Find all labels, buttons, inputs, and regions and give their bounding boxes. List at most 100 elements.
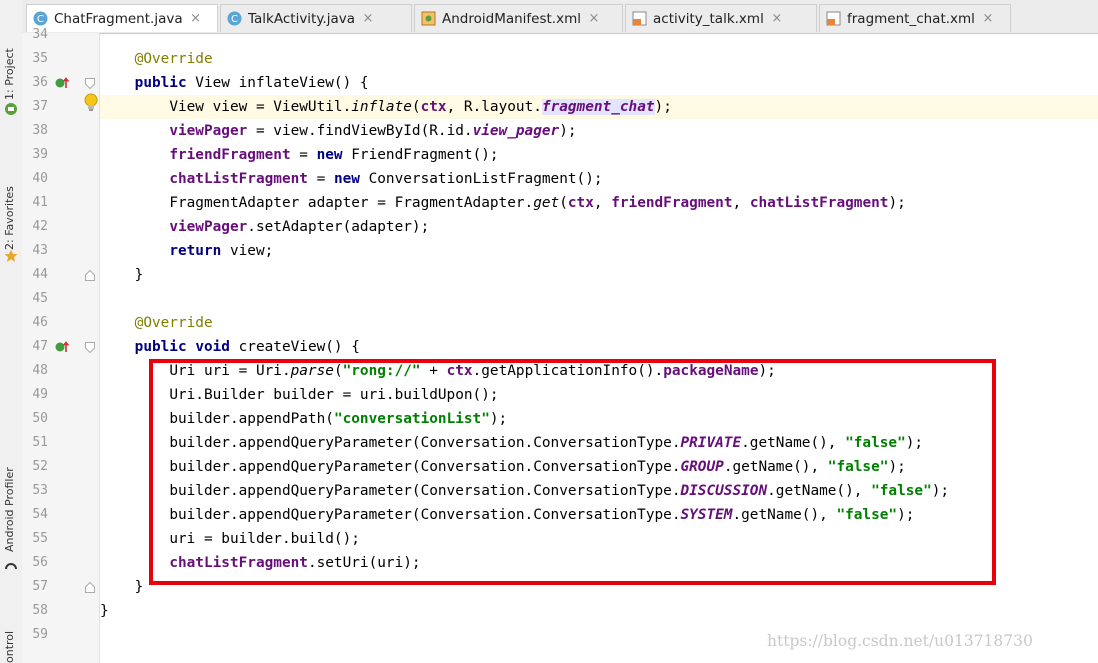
line-number: 54 [32,507,48,522]
tab-label: activity_talk.xml [653,10,764,27]
tab-chatfragment-java[interactable]: C ChatFragment.java × [26,4,218,32]
code-text: ConversationListFragment(); [359,171,603,187]
line-number: 53 [32,483,48,498]
line-number: 39 [32,147,48,162]
line-number: 45 [32,291,48,306]
line-number: 44 [32,267,48,282]
code-text: = [290,147,317,163]
close-icon[interactable]: × [587,11,601,26]
keyword: new [316,147,343,163]
layout-xml-icon [632,11,647,26]
fold-end-icon[interactable] [85,582,95,593]
code-line-42: viewPager.setAdapter(adapter); [100,215,1098,239]
tab-fragment-chat-xml[interactable]: fragment_chat.xml × [819,4,1011,32]
line-number: 55 [32,531,48,546]
code-text: ( [559,195,568,211]
line-number: 35 [32,51,48,66]
keyword: public [134,75,187,91]
line-number: 40 [32,171,48,186]
tab-label: TalkActivity.java [248,10,355,27]
id-ref: view_pager [472,123,560,139]
code-line-36: public View inflateView() { [100,71,1098,95]
close-icon[interactable]: × [981,11,995,26]
code-text: = view.findViewById(R.id. [247,123,473,139]
line-number: 46 [32,315,48,330]
tab-androidmanifest-xml[interactable]: AndroidManifest.xml × [414,4,623,32]
close-icon[interactable]: × [361,11,375,26]
override-marker-icon[interactable] [55,340,71,354]
lightbulb-icon[interactable] [83,93,99,113]
line-number: 43 [32,243,48,258]
line-number: 41 [32,195,48,210]
static-method: inflate [351,99,412,115]
star-icon[interactable] [4,249,18,263]
code-text: View inflateView() { [186,75,369,91]
line-number: 51 [32,435,48,450]
static-method: get [533,195,560,211]
code-text: ); [888,195,906,211]
code-text: } [100,603,109,619]
line-number: 57 [32,579,48,594]
code-line-47: public void createView() { [100,335,1098,359]
code-text: ); [654,99,672,115]
keyword: void [195,339,230,355]
project-tool-tab[interactable]: 1: Project [3,30,16,100]
field-ref: viewPager [169,219,248,235]
line-number: 52 [32,459,48,474]
code-text: } [134,579,144,595]
android-project-icon[interactable] [4,102,18,116]
editor-tab-bar: C ChatFragment.java × C TalkActivity.jav… [22,0,1098,34]
layout-ref: fragment_chat [541,99,655,115]
line-number: 34 [32,27,48,42]
code-text: ( [411,99,421,115]
line-number-gutter[interactable]: 34 35 36 37 38 39 40 41 42 43 44 45 46 4… [22,27,100,663]
close-icon[interactable]: × [189,11,203,26]
tab-label: fragment_chat.xml [847,10,975,27]
svg-text:C: C [231,14,238,25]
line-number: 58 [32,603,48,618]
code-text: view; [221,243,274,259]
code-line-44: } [100,263,1098,287]
favorites-tool-tab[interactable]: 2: Favorites [3,160,16,250]
tab-talkactivity-java[interactable]: C TalkActivity.java × [220,4,412,32]
field-ref: chatListFragment [169,171,308,187]
line-number: 36 [32,75,48,90]
code-text: , [732,195,750,211]
profiler-gauge-icon[interactable] [4,558,18,572]
annotation: @Override [134,51,213,67]
annotation: @Override [134,315,213,331]
code-line-38: viewPager = view.findViewById(R.id.view_… [100,119,1098,143]
field-ref: chatListFragment [749,195,889,211]
line-number: 49 [32,387,48,402]
line-number: 37 [32,99,48,114]
code-line-39: friendFragment = new FriendFragment(); [100,143,1098,167]
close-icon[interactable]: × [770,11,784,26]
fold-end-icon[interactable] [85,270,95,281]
code-text: = [307,171,334,187]
left-tool-stripe: 1: Project 2: Favorites Android Profiler… [0,0,23,663]
tab-label: AndroidManifest.xml [442,10,581,27]
field-ref: ctx [420,99,447,115]
android-profiler-tool-tab[interactable]: Android Profiler [3,440,16,552]
keyword: public [134,339,187,355]
code-line-40: chatListFragment = new ConversationListF… [100,167,1098,191]
code-line-37-current: View view = ViewUtil.inflate(ctx, R.layo… [100,95,1098,119]
watermark: https://blog.csdn.net/u013718730 [767,632,1033,650]
line-number: 56 [32,555,48,570]
line-number: 59 [32,627,48,642]
tab-activity-talk-xml[interactable]: activity_talk.xml × [625,4,817,32]
line-number: 47 [32,339,48,354]
class-icon: C [227,11,242,26]
tab-label: ChatFragment.java [54,10,183,27]
fold-toggle-icon[interactable] [85,78,95,89]
override-marker-icon[interactable] [55,76,71,90]
code-text: FriendFragment(); [342,147,499,163]
code-line-43: return view; [100,239,1098,263]
field-ref: friendFragment [169,147,291,163]
fold-toggle-icon[interactable] [85,342,95,353]
code-text: createView() { [229,339,360,355]
keyword: new [333,171,360,187]
logcat-control-tool-tab[interactable]: ontrol [3,626,16,663]
line-number: 50 [32,411,48,426]
code-line-35: @Override [100,47,1098,71]
